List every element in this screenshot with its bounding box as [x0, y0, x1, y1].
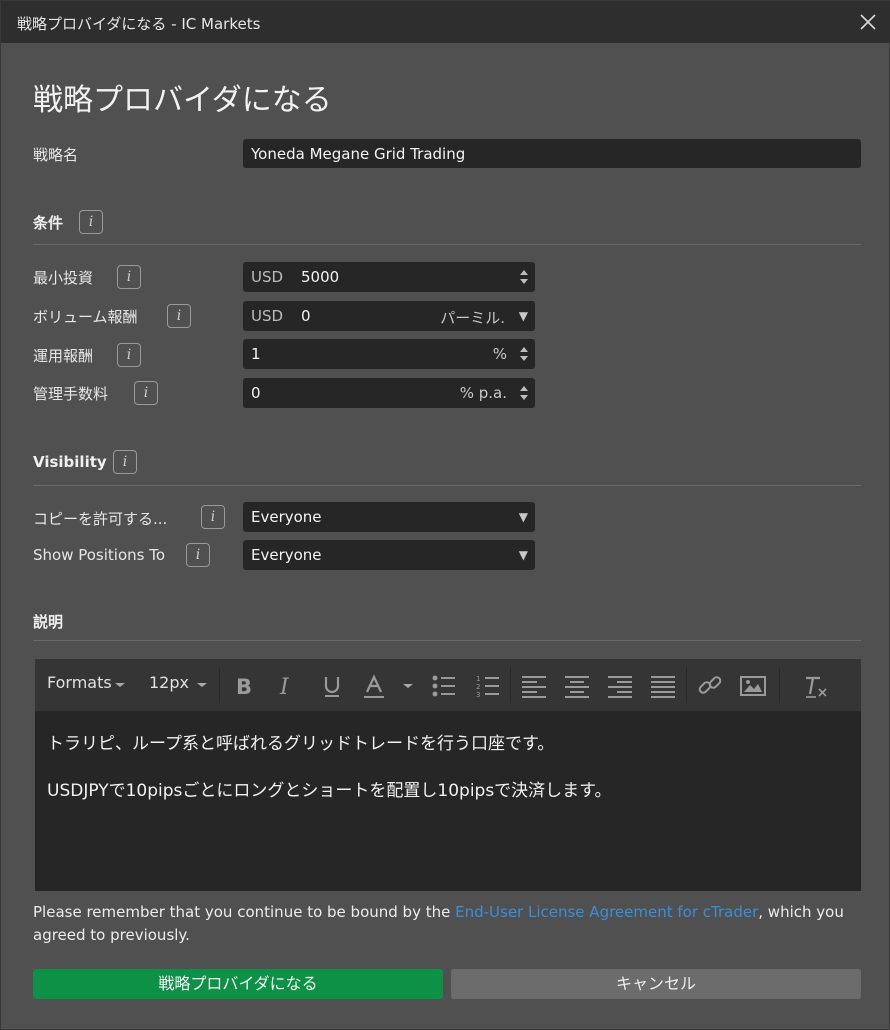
volume-fee-currency: USD [251, 307, 284, 325]
performance-fee-unit: % [492, 345, 507, 363]
align-left-icon[interactable] [521, 673, 547, 699]
strategy-name-input[interactable]: Yoneda Megane Grid Trading [243, 139, 861, 168]
volume-fee-label: ボリューム報酬 [33, 308, 138, 326]
visibility-divider [33, 485, 861, 486]
performance-fee-info-icon[interactable]: i [117, 343, 141, 367]
management-fee-stepper[interactable]: 0 % p.a. [243, 378, 535, 408]
toolbar-separator [779, 667, 780, 703]
show-positions-value: Everyone [251, 546, 322, 564]
management-fee-value: 0 [251, 384, 261, 402]
management-fee-unit: % p.a. [459, 384, 507, 402]
min-investment-info-icon[interactable]: i [117, 265, 141, 289]
show-positions-label: Show Positions To [33, 546, 166, 564]
svg-text:B: B [236, 675, 252, 699]
text-color-icon[interactable] [361, 673, 387, 699]
copy-allowed-select[interactable]: Everyone ▼ [243, 502, 535, 532]
strategy-name-value: Yoneda Megane Grid Trading [251, 145, 466, 163]
license-notice: Please remember that you continue to be … [33, 901, 863, 947]
volume-fee-input[interactable]: USD 0 パーミル. ▼ [243, 301, 535, 331]
dialog-window: 戦略プロバイダになる - IC Markets 戦略プロバイダになる 戦略名 Y… [0, 0, 890, 1030]
editor-content[interactable]: トラリピ、ループ系と呼ばれるグリッドトレードを行う口座です。 USDJPYで10… [47, 729, 612, 823]
min-investment-label: 最小投資 [33, 269, 94, 287]
description-paragraph: USDJPYで10pipsごとにロングとショートを配置し10pipsで決済します… [47, 781, 612, 801]
formats-dropdown[interactable]: Formats [47, 673, 112, 692]
volume-fee-unit-select[interactable]: パーミル. [440, 307, 505, 328]
image-icon[interactable] [740, 673, 766, 699]
management-fee-info-icon[interactable]: i [134, 381, 158, 405]
visibility-heading: Visibility [33, 453, 107, 471]
numbered-list-icon[interactable]: 123 [475, 673, 501, 699]
visibility-info-icon[interactable]: i [113, 450, 137, 474]
strategy-name-label: 戦略名 [33, 146, 79, 164]
align-right-icon[interactable] [607, 673, 633, 699]
spinner-arrows-icon[interactable] [517, 343, 531, 365]
description-paragraph: トラリピ、ループ系と呼ばれるグリッドトレードを行う口座です。 [47, 734, 555, 754]
conditions-info-icon[interactable]: i [79, 210, 103, 234]
min-investment-stepper[interactable]: USD 5000 [243, 262, 535, 292]
copy-allowed-label: コピーを許可する... [33, 510, 168, 528]
svg-text:2: 2 [476, 683, 480, 691]
license-notice-text: Please remember that you continue to be … [33, 903, 456, 921]
underline-icon[interactable] [319, 673, 345, 699]
management-fee-label: 管理手数料 [33, 385, 109, 403]
description-divider [33, 640, 861, 641]
chevron-down-icon[interactable]: ▼ [519, 309, 528, 323]
show-positions-select[interactable]: Everyone ▼ [243, 540, 535, 570]
conditions-heading: 条件 [33, 214, 64, 232]
performance-fee-stepper[interactable]: 1 % [243, 339, 535, 369]
eula-link[interactable]: End-User License Agreement for cTrader [455, 903, 758, 921]
window-title: 戦略プロバイダになる - IC Markets [17, 15, 261, 33]
copy-allowed-value: Everyone [251, 508, 322, 526]
rich-text-editor[interactable]: Formats 12px B I 123 トラリピ、ループ系と呼ばれるグリッドト [35, 659, 861, 891]
min-investment-currency: USD [251, 268, 284, 286]
description-heading: 説明 [33, 613, 64, 631]
editor-toolbar: Formats 12px B I 123 [35, 659, 861, 711]
link-icon[interactable] [697, 673, 723, 699]
svg-text:1: 1 [476, 675, 480, 683]
bullet-list-icon[interactable] [431, 673, 457, 699]
min-investment-value: 5000 [301, 268, 340, 286]
font-size-dropdown[interactable]: 12px [149, 673, 189, 692]
spinner-arrows-icon[interactable] [517, 266, 531, 288]
title-bar: 戦略プロバイダになる - IC Markets [1, 1, 890, 43]
chevron-down-icon[interactable]: ▼ [519, 548, 528, 562]
become-provider-button[interactable]: 戦略プロバイダになる [33, 969, 443, 999]
chevron-down-icon[interactable]: ▼ [519, 510, 528, 524]
volume-fee-value: 0 [301, 307, 311, 325]
italic-icon[interactable]: I [276, 673, 302, 699]
clear-formatting-icon[interactable] [803, 673, 829, 699]
chevron-down-icon[interactable] [195, 672, 209, 698]
bold-icon[interactable]: B [232, 673, 258, 699]
close-icon[interactable] [857, 11, 879, 33]
toolbar-separator [686, 667, 687, 703]
copy-allowed-info-icon[interactable]: i [201, 505, 225, 529]
conditions-divider [33, 244, 861, 245]
performance-fee-value: 1 [251, 345, 261, 363]
spinner-arrows-icon[interactable] [517, 382, 531, 404]
svg-text:3: 3 [476, 691, 480, 699]
toolbar-separator [510, 667, 511, 703]
svg-text:I: I [279, 675, 290, 699]
chevron-down-icon[interactable] [401, 673, 415, 699]
align-center-icon[interactable] [564, 673, 590, 699]
chevron-down-icon[interactable] [113, 672, 127, 698]
show-positions-info-icon[interactable]: i [186, 543, 210, 567]
volume-fee-info-icon[interactable]: i [167, 304, 191, 328]
cancel-button[interactable]: キャンセル [451, 969, 861, 999]
page-title: 戦略プロバイダになる [33, 83, 332, 118]
performance-fee-label: 運用報酬 [33, 347, 94, 365]
align-justify-icon[interactable] [650, 673, 676, 699]
toolbar-separator [219, 667, 220, 703]
